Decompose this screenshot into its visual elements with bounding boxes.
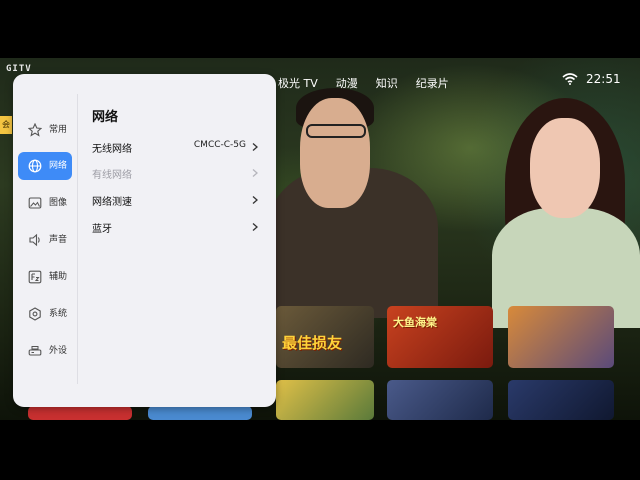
top-nav: 极光 TV 动漫 知识 纪录片	[278, 75, 467, 91]
gitv-logo: GITV	[6, 64, 32, 74]
sidebar-item-label: 常用	[49, 125, 68, 135]
poster-title: 最佳损友	[282, 334, 343, 352]
poster-card[interactable]	[508, 380, 614, 420]
sidebar-item-image[interactable]: 图像	[18, 189, 72, 217]
settings-sidebar: 常用 网络 图像 声音 辅助 系统 外设	[13, 74, 77, 407]
nav-tab-knowledge[interactable]: 知识	[376, 75, 398, 91]
row-label: 有线网络	[92, 170, 132, 181]
speaker-icon	[29, 233, 40, 247]
sidebar-item-label: 辅助	[49, 272, 68, 282]
wifi-icon	[562, 73, 578, 85]
poster-title: 大鱼海棠	[393, 316, 437, 329]
chevron-right-icon	[252, 143, 258, 151]
image-icon	[28, 197, 42, 209]
sidebar-item-label: 外设	[49, 346, 68, 356]
sidebar-item-label: 系统	[49, 309, 68, 319]
nav-tab-documentary[interactable]: 纪录片	[416, 75, 449, 91]
sidebar-item-label: 图像	[49, 198, 68, 208]
sidebar-item-peripherals[interactable]: 外设	[18, 337, 72, 365]
poster-card[interactable]: 最佳损友	[276, 306, 374, 368]
sidebar-item-sound[interactable]: 声音	[18, 226, 72, 254]
clock: 22:51	[586, 72, 621, 86]
nav-tab-anime[interactable]: 动漫	[336, 75, 358, 91]
hero-person-left-face	[300, 98, 370, 208]
network-settings-content: 网络 无线网络 CMCC-C-5G 有线网络 网络测速 蓝牙	[92, 74, 268, 407]
chevron-right-icon	[252, 196, 258, 204]
sidebar-divider	[77, 94, 78, 384]
nav-tab-aurora-tv[interactable]: 极光 TV	[278, 75, 318, 91]
row-bluetooth[interactable]: 蓝牙	[92, 217, 262, 239]
system-hexagon-icon	[29, 307, 41, 321]
poster-card[interactable]	[508, 306, 614, 368]
poster-card[interactable]	[387, 380, 493, 420]
hero-person-right-face	[530, 118, 600, 218]
row-label: 蓝牙	[92, 224, 112, 235]
poster-card[interactable]	[148, 406, 252, 420]
sidebar-item-label: 网络	[49, 161, 68, 171]
row-wireless-network[interactable]: 无线网络 CMCC-C-5G	[92, 137, 262, 159]
poster-card[interactable]: 大鱼海棠	[387, 306, 493, 368]
settings-panel: 常用 网络 图像 声音 辅助 系统 外设 网络 无线网络 CMCC-C-5G 有…	[13, 74, 276, 407]
peripheral-icon	[28, 346, 42, 356]
poster-card[interactable]	[276, 380, 374, 420]
star-icon	[28, 123, 42, 137]
accessibility-icon	[28, 270, 42, 284]
edge-tag: 会	[0, 116, 12, 134]
hero-person-glasses	[306, 124, 366, 138]
row-speed-test[interactable]: 网络测速	[92, 190, 262, 212]
row-label: 无线网络	[92, 144, 132, 155]
row-wired-network: 有线网络	[92, 163, 262, 185]
wifi-ssid-value: CMCC-C-5G	[193, 140, 246, 150]
poster-card[interactable]	[28, 406, 132, 420]
sidebar-item-accessibility[interactable]: 辅助	[18, 263, 72, 291]
page-title: 网络	[92, 110, 119, 125]
row-label: 网络测速	[92, 197, 132, 208]
chevron-right-icon	[252, 169, 258, 177]
sidebar-item-label: 声音	[49, 235, 68, 245]
globe-icon	[28, 159, 42, 173]
sidebar-item-common[interactable]: 常用	[18, 116, 72, 144]
sidebar-item-network[interactable]: 网络	[18, 152, 72, 180]
chevron-right-icon	[252, 223, 258, 231]
sidebar-item-system[interactable]: 系统	[18, 300, 72, 328]
